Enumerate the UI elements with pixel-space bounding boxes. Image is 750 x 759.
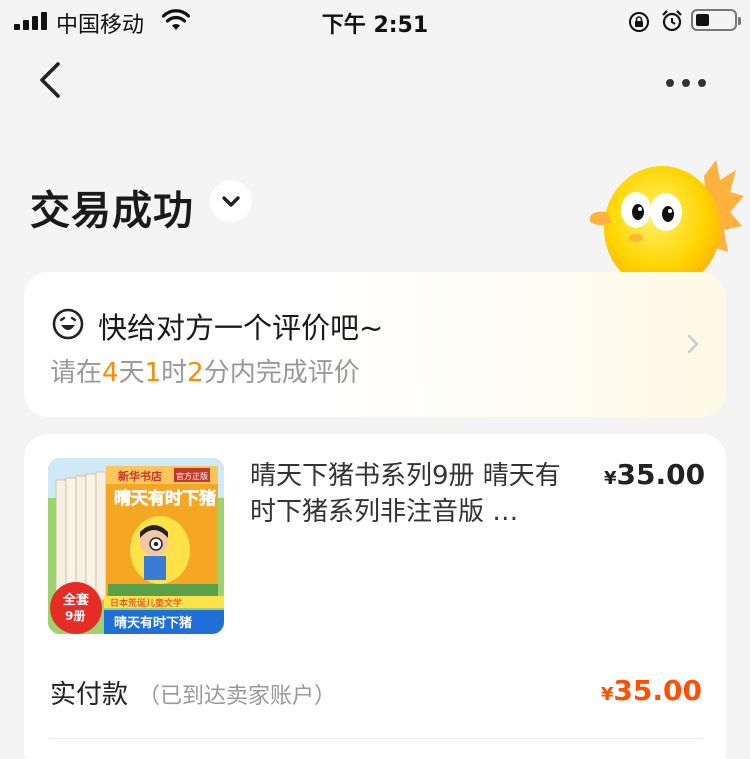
battery-icon — [691, 9, 741, 31]
paid-note: （已到达卖家账户） — [138, 684, 337, 709]
alarm-icon — [662, 10, 682, 32]
status-bar: 中国移动 下午 2:51 — [0, 0, 750, 44]
smile-face-icon — [52, 308, 84, 340]
product-title[interactable]: 晴天下猪书系列9册 晴天有时下猪系列非注音版 … — [250, 458, 580, 530]
more-icon[interactable] — [660, 70, 712, 94]
review-card[interactable]: 快给对方一个评价吧~ 请在4天1时2分内完成评价 — [24, 272, 726, 417]
order-card: 新华书店 官方正版 晴天有时下猪 全套 9册 日本荒诞儿童文学 晴天有时下猪 晴… — [24, 434, 726, 759]
paid-label: 实付款 （已到达卖家账户） — [50, 680, 337, 710]
mascot-icon — [589, 160, 744, 276]
back-icon[interactable] — [30, 58, 70, 102]
review-deadline: 请在4天1时2分内完成评价 — [50, 358, 360, 388]
svg-text:9册: 9册 — [65, 609, 85, 623]
paid-amount: ¥35.00 — [600, 674, 702, 707]
svg-text:全套: 全套 — [62, 592, 90, 608]
svg-text:新华书店: 新华书店 — [118, 469, 162, 483]
svg-text:晴天有时下猪: 晴天有时下猪 — [114, 488, 216, 509]
chevron-right-icon — [687, 334, 699, 354]
svg-text:官方正版: 官方正版 — [176, 471, 208, 481]
product-price: ¥35.00 — [604, 458, 706, 491]
review-prompt: 快给对方一个评价吧~ — [98, 311, 384, 345]
rotation-lock-icon — [629, 12, 649, 32]
svg-text:晴天有时下猪: 晴天有时下猪 — [114, 615, 192, 631]
divider — [50, 738, 702, 739]
product-thumbnail[interactable]: 新华书店 官方正版 晴天有时下猪 全套 9册 日本荒诞儿童文学 晴天有时下猪 — [48, 458, 224, 634]
page-title: 交易成功 — [30, 188, 194, 234]
book-cover-image: 新华书店 官方正版 晴天有时下猪 全套 9册 日本荒诞儿童文学 晴天有时下猪 — [48, 458, 224, 634]
chevron-down-icon[interactable] — [210, 180, 252, 222]
svg-text:日本荒诞儿童文学: 日本荒诞儿童文学 — [110, 597, 182, 609]
